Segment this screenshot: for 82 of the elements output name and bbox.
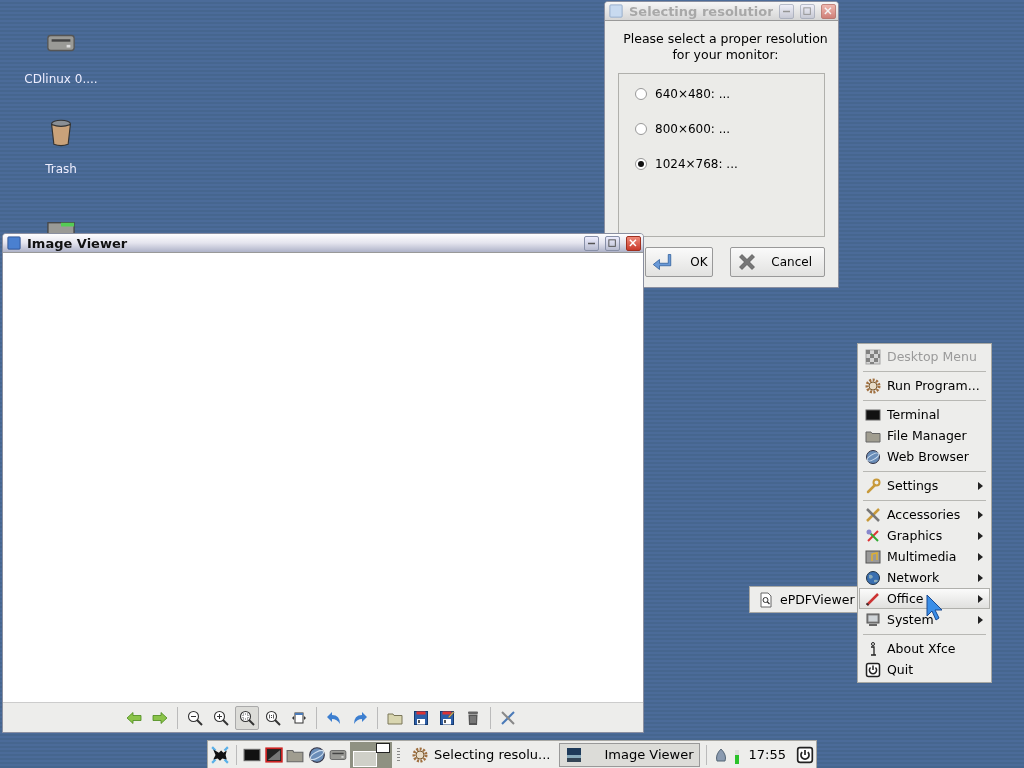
zoom-out-icon <box>187 709 203 726</box>
desktop-icon-label[interactable]: Trash <box>45 162 77 176</box>
paint-brushes-icon <box>865 527 881 544</box>
floppy-pencil-icon <box>439 709 455 726</box>
submenu-arrow-icon <box>978 594 983 603</box>
radio-button[interactable] <box>635 157 647 170</box>
menu-item[interactable]: File Manager <box>859 425 990 446</box>
return-arrow-icon <box>652 252 673 272</box>
tools-icon <box>865 506 881 523</box>
radio-label[interactable]: 800×600: ... <box>655 121 731 136</box>
window-title: Selecting resolutior <box>629 3 773 19</box>
pencil-icon <box>865 590 881 607</box>
minimize-button[interactable] <box>584 235 599 251</box>
close-button[interactable] <box>626 235 641 251</box>
menu-item[interactable]: Run Program... <box>859 375 990 396</box>
cross-icon <box>737 252 758 272</box>
submenu-arrow-icon <box>978 573 983 582</box>
radio-label[interactable]: 1024×768: ... <box>655 156 738 171</box>
submenu-arrow-icon <box>978 481 983 490</box>
menu-item[interactable]: Network <box>859 567 990 588</box>
close-button[interactable] <box>821 3 836 19</box>
power-icon <box>796 745 814 764</box>
zoom-in-icon <box>213 709 229 726</box>
arrow-right-icon <box>152 709 168 726</box>
maximize-icon <box>801 4 814 18</box>
document-magnifier-icon <box>758 591 774 608</box>
submenu-arrow-icon <box>978 531 983 540</box>
maximize-icon <box>606 236 619 250</box>
menu-item[interactable]: Quit <box>859 659 990 680</box>
radio-button[interactable] <box>635 87 647 100</box>
workspace-pager[interactable] <box>349 741 392 768</box>
arrow-left-icon <box>126 709 142 726</box>
rotate-right-icon <box>352 709 368 726</box>
menu-item[interactable]: Terminal <box>859 404 990 425</box>
checkered-icon <box>865 348 881 365</box>
dialog-message: Please select a proper resolution for your monitor: <box>622 31 829 63</box>
square-icon <box>609 4 623 18</box>
task-button[interactable]: Selecting resolu... <box>405 742 558 767</box>
title-bar[interactable]: Image Viewer <box>3 234 643 253</box>
globe-icon <box>865 569 881 586</box>
tools-icon <box>500 709 516 726</box>
task-button[interactable]: Image Viewer <box>559 742 701 767</box>
clock: 17:55 <box>748 747 786 762</box>
zoom-fit-icon <box>239 709 255 726</box>
menu-item[interactable]: Office <box>859 588 990 609</box>
globe-icon <box>865 448 881 465</box>
radio-label[interactable]: 640×480: ... <box>655 86 731 101</box>
square-icon <box>7 236 21 250</box>
zoom-actual-size-icon <box>265 709 281 726</box>
gear-icon <box>412 746 429 763</box>
desktop-icon-label[interactable]: CDlinux 0.... <box>24 72 98 86</box>
submenu-arrow-icon <box>978 552 983 561</box>
mouse-logo-icon <box>210 745 229 764</box>
submenu-arrow-icon <box>978 615 983 624</box>
gear-icon <box>865 377 881 394</box>
cpu-meter <box>735 749 739 764</box>
fit-window-icon <box>291 709 307 726</box>
menu-item[interactable]: Web Browser <box>859 446 990 467</box>
window-title: Image Viewer <box>27 235 129 251</box>
computer-icon <box>865 611 881 628</box>
ok-button[interactable]: OK <box>645 247 714 277</box>
globe-icon <box>307 745 326 764</box>
menu-item[interactable]: Accessories <box>859 504 990 525</box>
submenu-arrow-icon <box>978 510 983 519</box>
menu-item[interactable]: Settings <box>859 475 990 496</box>
trash-icon <box>465 709 481 726</box>
menu-item[interactable]: ePDFViewer <box>752 589 855 610</box>
wrench-icon <box>865 477 881 494</box>
maximize-button[interactable] <box>605 235 620 251</box>
cancel-button[interactable]: Cancel <box>730 247 825 277</box>
toolbar-button[interactable] <box>235 705 259 730</box>
radio-button[interactable] <box>635 122 647 135</box>
display-icon <box>264 745 283 764</box>
menu-item[interactable]: Multimedia <box>859 546 990 567</box>
minimize-icon <box>588 241 595 245</box>
terminal-icon <box>865 406 881 423</box>
menu-item[interactable]: Graphics <box>859 525 990 546</box>
minimize-icon <box>783 9 790 13</box>
menu-item[interactable]: About Xfce <box>859 638 990 659</box>
landscape-thumbnail-icon <box>566 746 583 763</box>
film-music-icon <box>865 548 881 565</box>
power-icon <box>865 661 881 678</box>
